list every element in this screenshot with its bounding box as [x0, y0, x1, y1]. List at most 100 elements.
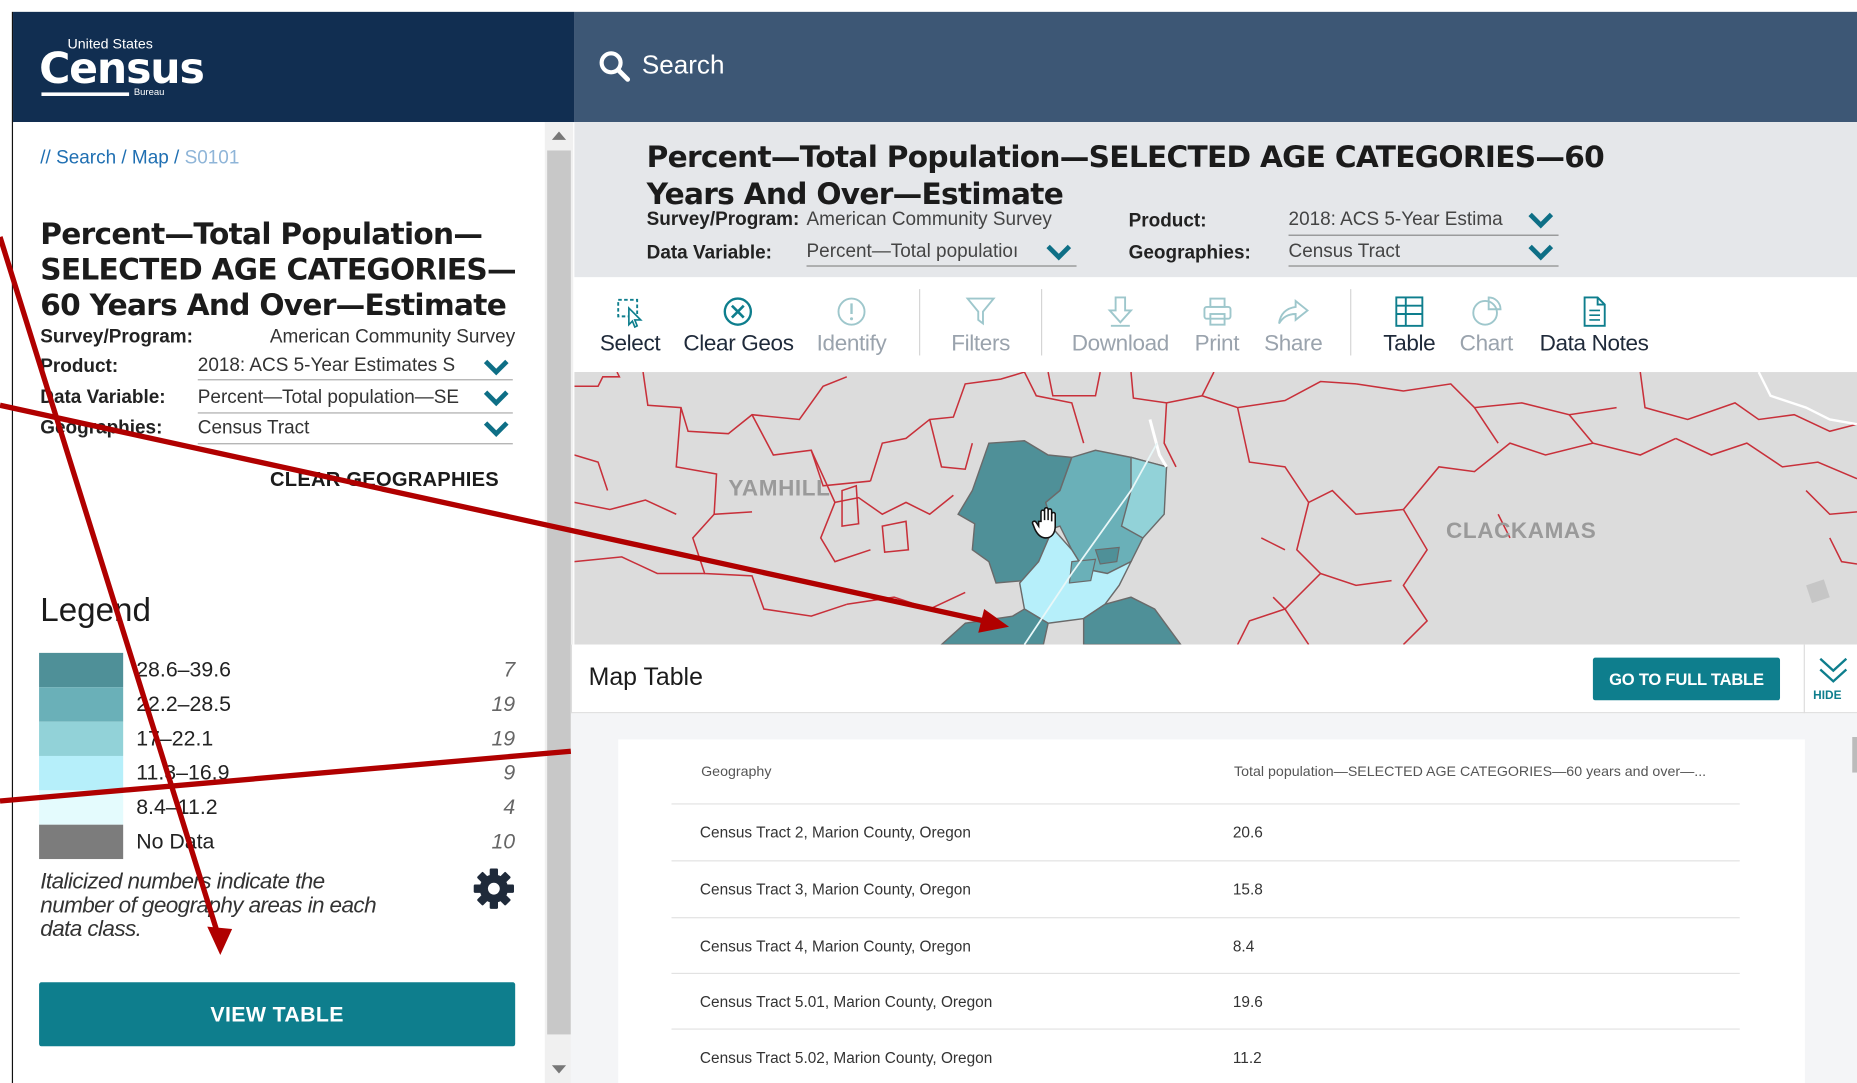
search-bar[interactable]: Search	[574, 11, 1857, 123]
frame-top	[0, 0, 1857, 12]
chart-button[interactable]: Chart	[1458, 294, 1515, 358]
table-row[interactable]: Census Tract 2, Marion County, Oregon 20…	[671, 803, 1740, 860]
legend-swatch	[39, 755, 124, 791]
legend-label: 11.3–16.9	[136, 760, 230, 785]
filters-button[interactable]: Filters	[944, 294, 1017, 358]
chart-label: Chart	[1459, 331, 1514, 357]
info-panel: Percent—Total Population—SELECTED AGE CA…	[574, 122, 1857, 278]
main-title: Percent—Total Population—SELECTED AGE CA…	[646, 139, 1605, 211]
breadcrumb-table-id[interactable]: S0101	[185, 148, 240, 168]
table-row[interactable]: Census Tract 5.02, Marion County, Oregon…	[671, 1028, 1740, 1083]
hide-button[interactable]: HIDE	[1803, 644, 1857, 714]
geographies-label: Geographies:	[40, 418, 163, 439]
sidebar-scrollbar[interactable]	[544, 122, 574, 1083]
table-cell-value: 15.8	[1232, 880, 1263, 899]
legend-label: 8.4–11.2	[136, 795, 218, 819]
logo-bottom-text: Bureau	[133, 86, 165, 98]
brand-bar: United States Census Bureau	[13, 11, 575, 123]
chevron-down-icon	[483, 421, 509, 438]
scroll-up-arrow-icon[interactable]	[551, 131, 567, 140]
column-header-value[interactable]: Total population—SELECTED AGE CATEGORIES…	[1234, 763, 1706, 780]
breadcrumb-sep: /	[116, 148, 132, 169]
legend-count: 19	[491, 691, 516, 716]
download-button[interactable]: Download	[1069, 294, 1171, 358]
clear-geos-button[interactable]: Clear Geos	[683, 294, 794, 358]
table-row[interactable]: Census Tract 4, Marion County, Oregon 8.…	[671, 917, 1740, 974]
chevron-down-icon	[1046, 244, 1072, 261]
breadcrumb-search-link[interactable]: Search	[56, 148, 116, 168]
identify-label: Identify	[816, 331, 887, 357]
go-to-full-table-button[interactable]: GO TO FULL TABLE	[1592, 657, 1781, 701]
select-cursor-icon	[617, 298, 643, 329]
geographies-value: Census Tract	[197, 418, 310, 439]
sidebar-title: Percent—Total Population—SELECTED AGE CA…	[40, 216, 516, 323]
data-notes-label: Data Notes	[1539, 331, 1649, 357]
identify-button[interactable]: Identify	[810, 294, 893, 358]
table-cell-geography: Census Tract 2, Marion County, Oregon	[699, 823, 971, 842]
column-header-geography[interactable]: Geography	[701, 763, 771, 780]
share-button[interactable]: Share	[1261, 294, 1325, 358]
legend-label: 17–22.1	[136, 726, 214, 751]
toolbar-separator	[1041, 289, 1043, 356]
clear-geographies-button[interactable]: CLEAR GEOGRAPHIES	[270, 468, 499, 492]
legend-swatch	[39, 652, 124, 688]
legend-swatch	[39, 790, 124, 825]
map-table-title: Map Table	[588, 663, 703, 691]
map-table-header: Map Table GO TO FULL TABLE HIDE	[570, 644, 1857, 714]
download-icon	[1107, 296, 1134, 327]
table-scrollbar[interactable]	[1852, 737, 1857, 773]
info-geographies-label: Geographies:	[1128, 242, 1251, 264]
table-button[interactable]: Table	[1380, 294, 1439, 358]
print-label: Print	[1194, 331, 1240, 357]
table-cell-geography: Census Tract 3, Marion County, Oregon	[699, 880, 971, 899]
hide-label: HIDE	[1813, 689, 1842, 703]
frame-left	[0, 11, 14, 1083]
search-icon	[599, 51, 631, 82]
table-row[interactable]: Census Tract 5.01, Marion County, Oregon…	[671, 972, 1740, 1030]
info-circle-icon	[837, 297, 866, 326]
variable-label: Data Variable:	[40, 387, 166, 408]
map-label-clackamas: CLACKAMAS	[1446, 518, 1597, 544]
scroll-thumb[interactable]	[547, 150, 571, 1035]
legend-count: 7	[503, 657, 516, 682]
table-row[interactable]: Census Tract 3, Marion County, Oregon 15…	[671, 860, 1740, 917]
table-cell-value: 19.6	[1232, 992, 1263, 1011]
legend-row: 28.6–39.6 7	[39, 652, 516, 688]
variable-select-underline	[197, 412, 513, 414]
info-survey-value: American Community Survey	[806, 209, 1052, 230]
download-label: Download	[1071, 331, 1170, 357]
table-cell-value: 8.4	[1232, 937, 1255, 956]
document-icon	[1583, 296, 1606, 327]
table-cell-value: 11.2	[1232, 1048, 1262, 1067]
legend-count: 19	[491, 726, 516, 751]
gear-icon[interactable]	[471, 866, 516, 911]
info-variable-label: Data Variable:	[646, 242, 772, 264]
breadcrumb: // Search / Map / S0101	[40, 148, 239, 169]
info-variable-underline	[806, 265, 1077, 267]
map-canvas[interactable]: YAMHILL CLACKAMAS	[574, 372, 1857, 645]
table-grid-icon	[1395, 296, 1424, 327]
legend-label: 28.6–39.6	[136, 657, 232, 682]
legend-row: 17–22.1 19	[39, 721, 516, 756]
scroll-down-arrow-icon[interactable]	[551, 1065, 567, 1074]
data-notes-button[interactable]: Data Notes	[1536, 294, 1652, 358]
legend-count: 9	[503, 760, 516, 785]
printer-icon	[1202, 297, 1231, 326]
legend-swatch	[39, 687, 124, 722]
print-button[interactable]: Print	[1190, 294, 1243, 358]
breadcrumb-map-link[interactable]: Map	[132, 148, 169, 168]
filters-label: Filters	[951, 331, 1010, 357]
info-geographies-value: Census Tract	[1288, 241, 1401, 262]
view-table-button[interactable]: VIEW TABLE	[39, 982, 516, 1047]
pie-chart-icon	[1472, 296, 1502, 326]
table-cell-geography: Census Tract 4, Marion County, Oregon	[699, 937, 971, 956]
chevron-down-icon	[1528, 212, 1554, 229]
map-boundaries	[574, 372, 1857, 645]
chevron-down-icon	[1528, 244, 1554, 261]
legend-swatch	[39, 824, 124, 860]
toolbar-separator	[919, 289, 921, 356]
toolbar-separator	[1350, 289, 1352, 356]
select-button[interactable]: Select	[592, 294, 668, 358]
share-arrow-icon	[1278, 298, 1309, 324]
info-product-label: Product:	[1128, 210, 1207, 232]
